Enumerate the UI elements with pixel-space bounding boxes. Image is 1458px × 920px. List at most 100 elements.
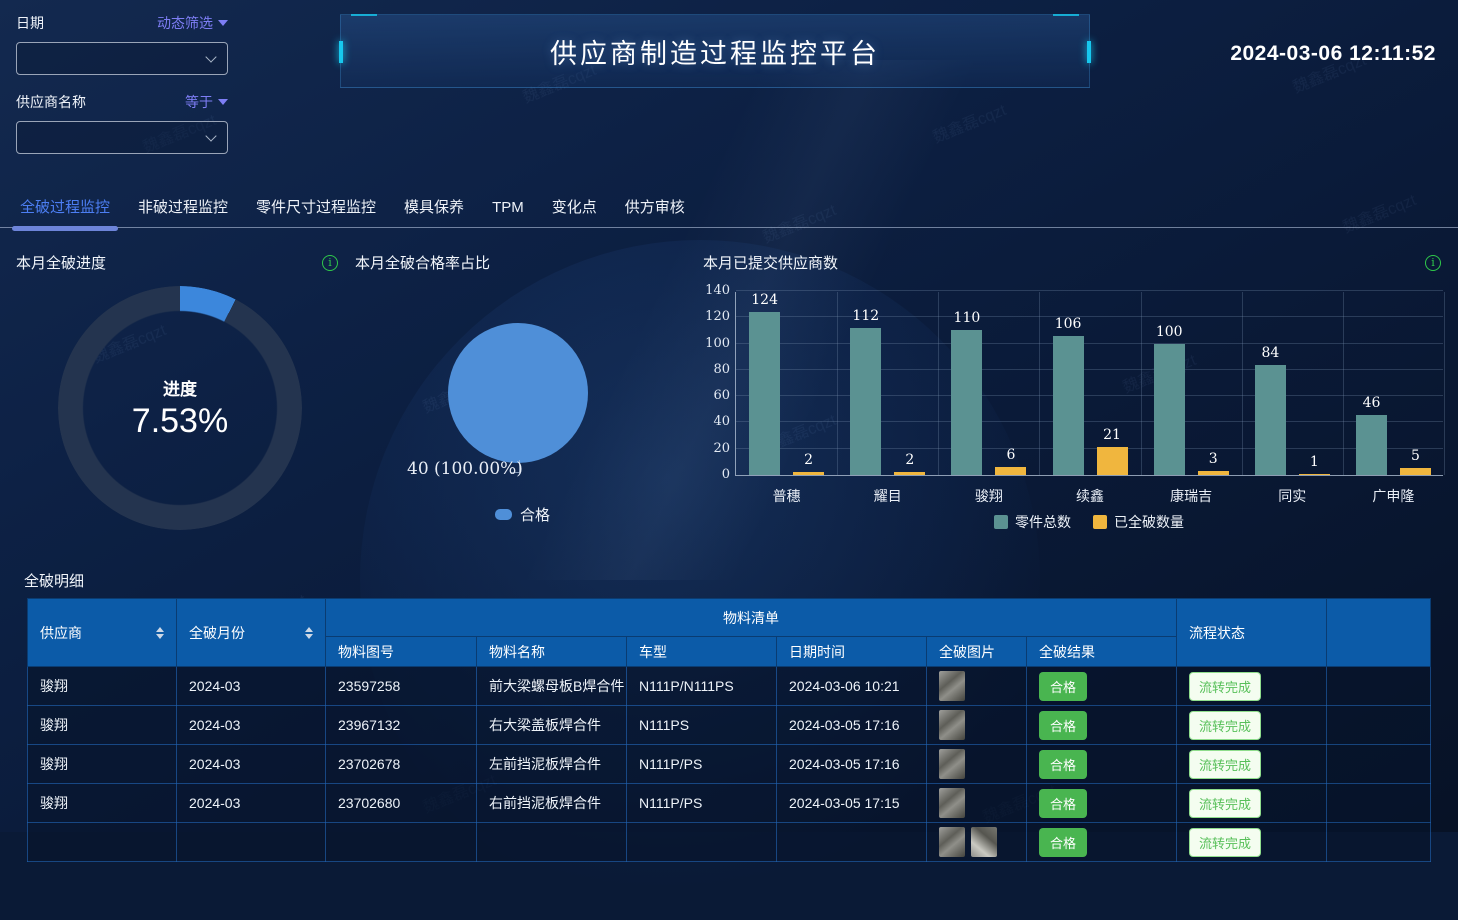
result-badge: 合格 (1039, 789, 1087, 818)
cell-model: N111P/N111PS (627, 667, 777, 706)
y-axis-tick-label: 20 (686, 442, 730, 456)
tab-5[interactable]: TPM (492, 192, 524, 228)
filter-panel: 日期 动态筛选 供应商名称 等于 (16, 12, 228, 170)
bar-total[interactable] (1255, 365, 1286, 475)
cell-status: 流转完成 (1177, 667, 1327, 706)
cell-part-no: 23702678 (326, 745, 477, 784)
cell-part-name: 右大梁盖板焊合件 (477, 706, 627, 745)
cell-result: 合格 (1027, 823, 1177, 862)
status-badge[interactable]: 流转完成 (1189, 672, 1261, 701)
x-axis-category-label: 同实 (1242, 486, 1343, 506)
cell-datetime: 2024-03-06 10:21 (777, 667, 927, 706)
bar-value-label: 100 (1147, 324, 1191, 340)
cell-month: 2024-03 (177, 784, 326, 823)
bar-total[interactable] (850, 328, 881, 475)
tab-3[interactable]: 零件尺寸过程监控 (256, 192, 376, 228)
supplier-filter-operator[interactable]: 等于 (185, 92, 228, 112)
col-header-status: 流程状态 (1177, 599, 1327, 667)
y-axis-tick-label: 40 (686, 415, 730, 429)
cell-status: 流转完成 (1177, 823, 1327, 862)
cell-model: N111P/PS (627, 784, 777, 823)
legend-item[interactable]: 已全破数量 (1093, 512, 1184, 532)
cell-supplier: 骏翔 (28, 745, 177, 784)
progress-center-text: 进度 7.53% (58, 286, 302, 530)
table-row: 骏翔2024-0323597258前大梁螺母板B焊合件N111P/N111PS2… (28, 667, 1431, 706)
part-photo[interactable] (939, 788, 965, 818)
result-badge: 合格 (1039, 711, 1087, 740)
bar-value-label: 112 (844, 308, 888, 324)
col-header-result: 全破结果 (1027, 637, 1177, 667)
cell-month: 2024-03 (177, 706, 326, 745)
pie-data-label: 40 (100.00%) (407, 459, 523, 479)
col-header-month[interactable]: 全破月份 (177, 599, 326, 667)
legend-label: 合格 (520, 504, 550, 525)
supplier-filter-select[interactable] (16, 121, 228, 154)
category-separator (938, 292, 939, 475)
col-header-supplier[interactable]: 供应商 (28, 599, 177, 667)
cell-empty (1327, 667, 1431, 706)
status-badge[interactable]: 流转完成 (1189, 789, 1261, 818)
bar-total[interactable] (951, 330, 982, 475)
cell-supplier: 骏翔 (28, 667, 177, 706)
sort-icon[interactable] (156, 627, 164, 639)
part-photo[interactable] (939, 749, 965, 779)
bar-done[interactable] (995, 467, 1026, 475)
cell-part-no (326, 823, 477, 862)
bar-total[interactable] (1053, 336, 1084, 475)
panel-progress: 本月全破进度 i 进度 7.53% (16, 252, 346, 547)
col-header-model: 车型 (627, 637, 777, 667)
date-filter-operator[interactable]: 动态筛选 (157, 13, 228, 33)
cell-part-name: 左前挡泥板焊合件 (477, 745, 627, 784)
cell-image (927, 667, 1027, 706)
tab-4[interactable]: 模具保养 (404, 192, 464, 228)
pie-legend[interactable]: 合格 (355, 504, 690, 525)
tab-7[interactable]: 供方审核 (625, 192, 685, 228)
info-icon[interactable]: i (1425, 255, 1441, 271)
bar-done[interactable] (1400, 468, 1431, 475)
legend-item[interactable]: 零件总数 (994, 512, 1071, 532)
tab-2[interactable]: 非破过程监控 (138, 192, 228, 228)
gridline (736, 290, 1443, 291)
cell-result: 合格 (1027, 667, 1177, 706)
bar-total[interactable] (749, 312, 780, 475)
bar-total[interactable] (1356, 415, 1387, 475)
cell-image (927, 706, 1027, 745)
info-icon[interactable]: i (322, 255, 338, 271)
sort-icon[interactable] (305, 627, 313, 639)
tab-bar: 全破过程监控非破过程监控零件尺寸过程监控模具保养 TPM 变化点供方审核 (0, 192, 1458, 228)
bar-done[interactable] (1198, 471, 1229, 475)
bar-value-label: 2 (888, 452, 932, 468)
tab-6[interactable]: 变化点 (552, 192, 597, 228)
cell-part-name: 右前挡泥板焊合件 (477, 784, 627, 823)
bar-value-label: 2 (787, 452, 831, 468)
part-photo[interactable] (939, 710, 965, 740)
table-row: 骏翔2024-0323967132右大梁盖板焊合件N111PS2024-03-0… (28, 706, 1431, 745)
bar-done[interactable] (894, 472, 925, 475)
bar-done[interactable] (793, 472, 824, 475)
date-filter-select[interactable] (16, 42, 228, 75)
caret-down-icon (218, 20, 228, 26)
banner-accent (351, 14, 377, 16)
legend-swatch (994, 515, 1008, 529)
part-photo[interactable] (939, 671, 965, 701)
bar-value-label: 1 (1292, 454, 1336, 470)
table-body: 骏翔2024-0323597258前大梁螺母板B焊合件N111P/N111PS2… (28, 667, 1431, 862)
bar-value-label: 3 (1191, 451, 1235, 467)
category-separator (837, 292, 838, 475)
status-badge[interactable]: 流转完成 (1189, 750, 1261, 779)
gridline (736, 343, 1443, 344)
status-badge[interactable]: 流转完成 (1189, 711, 1261, 740)
bar-done[interactable] (1097, 447, 1128, 475)
cell-datetime: 2024-03-05 17:15 (777, 784, 927, 823)
cell-empty (1327, 784, 1431, 823)
bar-value-label: 21 (1090, 427, 1134, 443)
title-banner: 供应商制造过程监控平台 (340, 14, 1090, 88)
tab-1[interactable]: 全破过程监控 (20, 192, 110, 228)
gridline (736, 448, 1443, 449)
panel-pass-rate: 本月全破合格率占比 40 (100.00%) 合格 (355, 252, 690, 547)
bar-done[interactable] (1299, 474, 1330, 475)
supplier-filter-label: 供应商名称 (16, 92, 86, 112)
date-filter-label: 日期 (16, 13, 44, 33)
bar-total[interactable] (1154, 344, 1185, 475)
bar-value-label: 5 (1394, 448, 1438, 464)
